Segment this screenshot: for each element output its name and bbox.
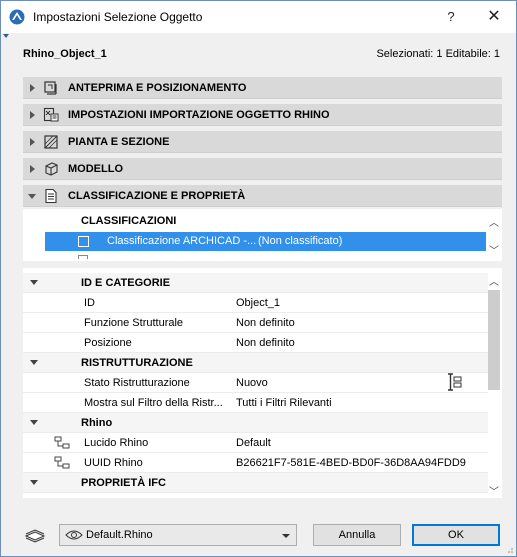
property-value[interactable]: Non definito <box>236 337 295 349</box>
help-button[interactable]: ? <box>441 7 461 27</box>
collapse-arrow-icon <box>30 480 38 485</box>
expand-arrow-icon <box>30 84 35 92</box>
group-title: PROPRIETÀ IFC <box>81 477 166 489</box>
section-label: PIANTA E SEZIONE <box>68 136 170 148</box>
scroll-down-icon[interactable]: ﹀ <box>489 483 499 498</box>
section-label: MODELLO <box>68 163 123 175</box>
property-value[interactable]: Nuovo <box>236 377 268 389</box>
section-label: IMPOSTAZIONI IMPORTAZIONE OGGETTO RHINO <box>68 109 330 121</box>
property-value[interactable]: Default <box>236 437 271 449</box>
ok-button[interactable]: OK <box>412 524 500 546</box>
property-row[interactable]: Lucido Rhino Default <box>23 433 488 453</box>
classification-value[interactable]: (Non classificato) <box>258 235 342 247</box>
property-value[interactable]: Tutti i Filtri Rilevanti <box>236 397 332 409</box>
object-name: Rhino_Object_1 <box>23 48 107 60</box>
property-name: Lucido Rhino <box>84 437 149 449</box>
property-name: ID <box>84 297 95 309</box>
classification-panel: CLASSIFICAZIONI Classificazione ARCHICAD… <box>23 209 502 261</box>
group-title: RISTRUTTURAZIONE <box>81 357 193 369</box>
eye-icon <box>65 530 83 540</box>
title-bar: Impostazioni Selezione Oggetto ? ✕ <box>1 1 516 33</box>
link-property-icon <box>54 436 70 449</box>
text-edit-cursor-icon <box>448 373 462 391</box>
collapse-arrow-icon <box>28 194 36 199</box>
section-label: CLASSIFICAZIONE E PROPRIETÀ <box>68 190 246 202</box>
section-classification-properties[interactable]: CLASSIFICAZIONE E PROPRIETÀ <box>23 185 502 207</box>
close-button[interactable]: ✕ <box>481 7 507 27</box>
section-model[interactable]: MODELLO <box>23 158 502 180</box>
expand-arrow-icon <box>30 165 35 173</box>
property-name: Stato Ristrutturazione <box>84 377 190 389</box>
group-id-categories[interactable]: ID E CATEGORIE <box>23 273 488 293</box>
group-ifc-properties[interactable]: PROPRIETÀ IFC <box>23 473 488 493</box>
section-plan-section[interactable]: PIANTA E SEZIONE <box>23 131 502 153</box>
property-row[interactable]: Funzione Strutturale Non definito <box>23 313 488 333</box>
property-value[interactable]: Non definito <box>236 317 295 329</box>
property-row[interactable]: Stato Ristrutturazione Nuovo <box>23 373 488 393</box>
property-name: Posizione <box>84 337 132 349</box>
plan-section-icon <box>44 135 58 149</box>
property-row[interactable]: Posizione Non definito <box>23 333 488 353</box>
group-title: ID E CATEGORIE <box>81 277 171 289</box>
import-settings-icon <box>43 107 59 122</box>
chevron-down-icon <box>282 534 290 538</box>
expand-arrow-icon <box>30 111 35 119</box>
property-row[interactable]: Mostra sul Filtro della Ristr... Tutti i… <box>23 393 488 413</box>
expand-arrow-icon <box>30 138 35 146</box>
preview-icon <box>44 81 57 95</box>
scroll-down-icon[interactable]: ﹀ <box>489 242 499 257</box>
classification-checkbox[interactable] <box>78 236 89 247</box>
section-rhino-import-settings[interactable]: IMPOSTAZIONI IMPORTAZIONE OGGETTO RHINO <box>23 104 502 126</box>
preset-label: Default.Rhino <box>86 529 153 541</box>
properties-panel: ID E CATEGORIE ID Object_1 Funzione Stru… <box>23 268 502 498</box>
property-value[interactable]: Object_1 <box>236 297 280 309</box>
property-value[interactable]: B26621F7-581E-4BED-BD0F-36D8AA94FDD9 <box>236 457 466 469</box>
section-preview-positioning[interactable]: ANTEPRIMA E POSIZIONAMENTO <box>23 77 502 99</box>
scroll-up-icon[interactable]: ︿ <box>489 273 499 288</box>
row-stub <box>78 255 88 259</box>
section-label: ANTEPRIMA E POSIZIONAMENTO <box>68 82 247 94</box>
link-property-icon <box>54 456 70 469</box>
property-name: UUID Rhino <box>84 457 143 469</box>
resize-grip-icon[interactable] <box>504 544 514 554</box>
collapse-caret-icon[interactable] <box>3 34 9 38</box>
collapse-arrow-icon <box>30 360 38 365</box>
document-icon <box>45 188 57 204</box>
dialog-window: Impostazioni Selezione Oggetto ? ✕ Rhino… <box>0 0 517 557</box>
group-title: Rhino <box>81 417 113 429</box>
property-row[interactable]: UUID Rhino B26621F7-581E-4BED-BD0F-36D8A… <box>23 453 488 473</box>
model-cube-icon <box>45 162 58 176</box>
collapse-arrow-icon <box>30 280 38 285</box>
collapse-arrow-icon <box>30 420 38 425</box>
property-name: Mostra sul Filtro della Ristr... <box>84 397 223 409</box>
cancel-button[interactable]: Annulla <box>313 524 401 546</box>
selection-info: Selezionati: 1 Editabile: 1 <box>376 48 500 60</box>
scrollbar-thumb[interactable] <box>488 290 500 390</box>
classification-row[interactable]: Classificazione ARCHICAD -... (Non class… <box>45 232 486 251</box>
classification-header: CLASSIFICAZIONI <box>81 215 177 227</box>
preset-dropdown[interactable]: Default.Rhino <box>59 524 297 546</box>
property-row[interactable]: ID Object_1 <box>23 293 488 313</box>
archicad-app-icon <box>9 9 25 25</box>
window-title: Impostazioni Selezione Oggetto <box>33 10 203 24</box>
favorites-icon[interactable] <box>23 526 47 544</box>
property-name: Funzione Strutturale <box>84 317 184 329</box>
scroll-up-icon[interactable]: ︿ <box>489 214 499 229</box>
group-rhino[interactable]: Rhino <box>23 413 488 433</box>
group-renovation[interactable]: RISTRUTTURAZIONE <box>23 353 488 373</box>
classification-name: Classificazione ARCHICAD -... <box>107 235 257 247</box>
